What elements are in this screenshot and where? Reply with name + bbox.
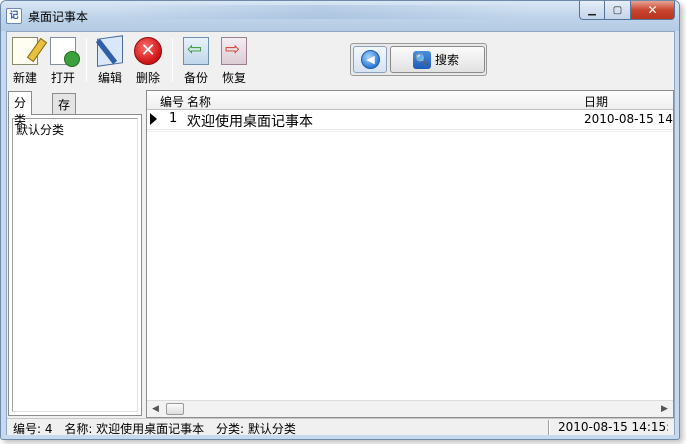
search-button[interactable]: 🔍 搜索 (390, 46, 485, 73)
app-window: 记 桌面记事本 ▁ ▢ ✕ 新建 打开 编辑 ✕ 删除 ⇦ 备份 ⇨ 恢复 ◀ … (0, 0, 680, 440)
new-button[interactable]: 新建 (11, 35, 39, 87)
toolbar: 新建 打开 编辑 ✕ 删除 备份 恢复 (7, 32, 674, 90)
new-note-icon (12, 37, 38, 65)
edit-button[interactable]: 编辑 (95, 35, 125, 87)
delete-icon: ✕ (134, 37, 162, 65)
restore-arrow-icon (221, 37, 247, 65)
row-name-cell: 欢迎使用桌面记事本 (187, 114, 313, 130)
scrollbar-thumb[interactable] (166, 403, 184, 415)
new-button-label: 新建 (12, 71, 37, 85)
delete-button[interactable]: ✕ 删除 (133, 35, 163, 87)
current-row-indicator-icon (150, 113, 157, 125)
client-area: 新建 打开 编辑 ✕ 删除 备份 恢复 (6, 31, 675, 437)
scroll-right-icon[interactable]: ▶ (656, 401, 673, 417)
horizontal-scrollbar[interactable]: ◀ ▶ (147, 400, 673, 417)
grid-header: 编号 名称 日期 (147, 91, 673, 110)
search-button-label: 搜索 (435, 53, 460, 67)
status-datetime: 2010-08-15 14:15:0 (558, 420, 668, 434)
toolbar-separator (86, 38, 87, 82)
minimize-button[interactable]: ▁ (579, 1, 605, 20)
title-bar-glare (111, 5, 531, 19)
column-header-date[interactable]: 日期 (584, 93, 608, 110)
restore-button-label: 恢复 (221, 71, 246, 85)
column-header-name[interactable]: 名称 (187, 93, 211, 110)
status-name: 名称: 欢迎使用桌面记事本 (64, 422, 205, 436)
restore-button[interactable]: 恢复 (220, 35, 248, 87)
back-button[interactable]: ◀ (353, 46, 387, 73)
title-bar[interactable]: 记 桌面记事本 ▁ ▢ ✕ (1, 1, 679, 31)
backup-arrow-icon (183, 37, 209, 65)
window-controls: ▁ ▢ ✕ (579, 1, 675, 21)
backup-button-label: 备份 (183, 71, 208, 85)
status-info: 编号: 4 名称: 欢迎使用桌面记事本 分类: 默认分类 (13, 420, 304, 437)
backup-button[interactable]: 备份 (182, 35, 210, 87)
row-date-cell: 2010-08-15 14:1 (584, 112, 673, 126)
category-panel: 默认分类 (8, 114, 142, 416)
category-list: 默认分类 (12, 118, 138, 412)
open-button-label: 打开 (50, 71, 75, 85)
grid-row-divider (147, 131, 673, 132)
status-divider (548, 420, 550, 435)
close-button[interactable]: ✕ (631, 1, 675, 20)
row-id-cell: 1 (169, 111, 178, 126)
status-bar: 编号: 4 名称: 欢迎使用桌面记事本 分类: 默认分类 2010-08-15 … (7, 418, 674, 437)
table-row[interactable]: 1 欢迎使用桌面记事本 2010-08-15 14:1 (147, 110, 673, 130)
window-title: 桌面记事本 (28, 10, 89, 24)
edit-button-label: 编辑 (97, 71, 122, 85)
status-category: 分类: 默认分类 (216, 422, 296, 436)
scroll-left-icon[interactable]: ◀ (147, 401, 164, 417)
back-arrow-icon: ◀ (361, 50, 380, 69)
search-icon: 🔍 (413, 50, 431, 69)
tab-category[interactable]: 分类 (8, 91, 33, 127)
app-icon[interactable]: 记 (6, 8, 22, 24)
open-note-icon (50, 37, 80, 67)
status-id: 编号: 4 (13, 422, 53, 436)
edit-pencil-icon (97, 35, 123, 67)
tab-archive[interactable]: 存档 (52, 93, 77, 129)
toolbar-separator (172, 38, 173, 82)
notes-grid: 编号 名称 日期 1 欢迎使用桌面记事本 2010-08-15 14:1 ◀ ▶ (146, 90, 674, 418)
delete-button-label: 删除 (135, 71, 160, 85)
maximize-button[interactable]: ▢ (605, 1, 631, 20)
search-group: ◀ 🔍 搜索 (350, 43, 487, 76)
open-button[interactable]: 打开 (49, 35, 80, 87)
column-header-id[interactable]: 编号 (160, 93, 184, 110)
